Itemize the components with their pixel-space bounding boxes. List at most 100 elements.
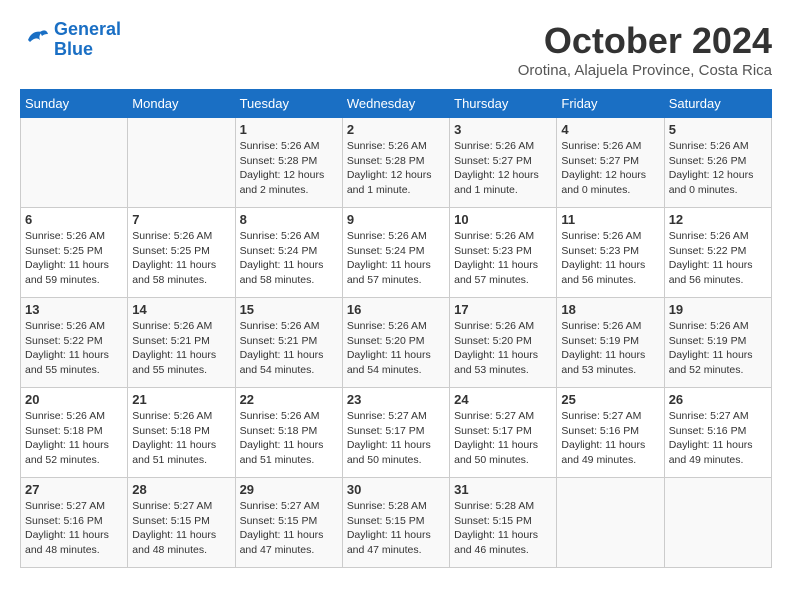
table-row: 28Sunrise: 5:27 AM Sunset: 5:15 PM Dayli… — [128, 478, 235, 568]
day-number: 7 — [132, 212, 230, 227]
day-number: 12 — [669, 212, 767, 227]
table-row: 31Sunrise: 5:28 AM Sunset: 5:15 PM Dayli… — [450, 478, 557, 568]
day-number: 1 — [240, 122, 338, 137]
day-info: Sunrise: 5:27 AM Sunset: 5:17 PM Dayligh… — [347, 409, 445, 468]
day-info: Sunrise: 5:26 AM Sunset: 5:26 PM Dayligh… — [669, 139, 767, 198]
table-row: 27 Sunrise: 5:27 AM Sunset: 5:16 PM Dayli… — [21, 478, 128, 568]
col-wednesday: Wednesday — [342, 90, 449, 118]
day-info: Sunrise: 5:26 AM Sunset: 5:27 PM Dayligh… — [454, 139, 552, 198]
day-info: Sunrise: 5:27 AM Sunset: 5:15 PM Dayligh… — [132, 499, 230, 558]
table-row: 20Sunrise: 5:26 AM Sunset: 5:18 PM Dayli… — [21, 388, 128, 478]
table-row: 30 Sunrise: 5:28 AM Sunset: 5:15 PM Dayli… — [342, 478, 449, 568]
logo: General Blue — [20, 20, 121, 60]
day-info: Sunrise: 5:26 AM Sunset: 5:22 PM Dayligh… — [669, 229, 767, 288]
day-number: 17 — [454, 302, 552, 317]
table-row: 25 Sunrise: 5:27 AM Sunset: 5:16 PM Dayli… — [557, 388, 664, 478]
day-number: 29 — [240, 482, 338, 497]
day-number: 6 — [25, 212, 123, 227]
day-number: 9 — [347, 212, 445, 227]
day-number: 11 — [561, 212, 659, 227]
day-info: Sunrise: 5:26 AM Sunset: 5:19 PM Dayligh… — [669, 319, 767, 378]
table-row: 26 Sunrise: 5:27 AM Sunset: 5:16 PM Dayli… — [664, 388, 771, 478]
day-number: 30 — [347, 482, 445, 497]
day-number: 10 — [454, 212, 552, 227]
day-info: Sunrise: 5:27 AM Sunset: 5:16 PM Dayligh… — [669, 409, 767, 468]
day-number: 27 — [25, 482, 123, 497]
table-row: 4 Sunrise: 5:26 AM Sunset: 5:27 PM Daylig… — [557, 118, 664, 208]
calendar-week-4: 20Sunrise: 5:26 AM Sunset: 5:18 PM Dayli… — [21, 388, 772, 478]
day-info: Sunrise: 5:28 AM Sunset: 5:15 PM Dayligh… — [454, 499, 552, 558]
calendar-table: Sunday Monday Tuesday Wednesday Thursday… — [20, 89, 772, 568]
day-number: 25 — [561, 392, 659, 407]
day-number: 26 — [669, 392, 767, 407]
day-number: 19 — [669, 302, 767, 317]
day-number: 18 — [561, 302, 659, 317]
month-title: October 2024 — [518, 20, 772, 62]
title-area: October 2024 Orotina, Alajuela Province,… — [518, 20, 772, 79]
table-row: 23Sunrise: 5:27 AM Sunset: 5:17 PM Dayli… — [342, 388, 449, 478]
day-info: Sunrise: 5:27 AM Sunset: 5:17 PM Dayligh… — [454, 409, 552, 468]
day-info: Sunrise: 5:26 AM Sunset: 5:24 PM Dayligh… — [240, 229, 338, 288]
table-row: 3 Sunrise: 5:26 AM Sunset: 5:27 PM Daylig… — [450, 118, 557, 208]
table-row: 2 Sunrise: 5:26 AM Sunset: 5:28 PM Daylig… — [342, 118, 449, 208]
table-row: 24 Sunrise: 5:27 AM Sunset: 5:17 PM Dayli… — [450, 388, 557, 478]
col-thursday: Thursday — [450, 90, 557, 118]
logo-bird-icon — [20, 26, 50, 54]
day-info: Sunrise: 5:26 AM Sunset: 5:18 PM Dayligh… — [132, 409, 230, 468]
calendar-week-1: 1 Sunrise: 5:26 AM Sunset: 5:28 PM Daylig… — [21, 118, 772, 208]
col-sunday: Sunday — [21, 90, 128, 118]
day-info: Sunrise: 5:26 AM Sunset: 5:18 PM Dayligh… — [25, 409, 123, 468]
day-info: Sunrise: 5:26 AM Sunset: 5:23 PM Dayligh… — [561, 229, 659, 288]
table-row — [21, 118, 128, 208]
day-info: Sunrise: 5:26 AM Sunset: 5:28 PM Dayligh… — [240, 139, 338, 198]
day-info: Sunrise: 5:28 AM Sunset: 5:15 PM Dayligh… — [347, 499, 445, 558]
table-row — [128, 118, 235, 208]
day-info: Sunrise: 5:26 AM Sunset: 5:28 PM Dayligh… — [347, 139, 445, 198]
day-number: 15 — [240, 302, 338, 317]
day-info: Sunrise: 5:26 AM Sunset: 5:21 PM Dayligh… — [240, 319, 338, 378]
col-friday: Friday — [557, 90, 664, 118]
day-number: 16 — [347, 302, 445, 317]
table-row: 19 Sunrise: 5:26 AM Sunset: 5:19 PM Dayli… — [664, 298, 771, 388]
table-row: 7Sunrise: 5:26 AM Sunset: 5:25 PM Daylig… — [128, 208, 235, 298]
day-info: Sunrise: 5:26 AM Sunset: 5:27 PM Dayligh… — [561, 139, 659, 198]
table-row: 8 Sunrise: 5:26 AM Sunset: 5:24 PM Daylig… — [235, 208, 342, 298]
table-row: 10 Sunrise: 5:26 AM Sunset: 5:23 PM Dayli… — [450, 208, 557, 298]
table-row: 15 Sunrise: 5:26 AM Sunset: 5:21 PM Dayli… — [235, 298, 342, 388]
day-info: Sunrise: 5:26 AM Sunset: 5:25 PM Dayligh… — [25, 229, 123, 288]
page-header: General Blue October 2024 Orotina, Alaju… — [20, 20, 772, 79]
table-row: 1 Sunrise: 5:26 AM Sunset: 5:28 PM Daylig… — [235, 118, 342, 208]
day-number: 4 — [561, 122, 659, 137]
day-number: 14 — [132, 302, 230, 317]
day-number: 8 — [240, 212, 338, 227]
table-row: 9Sunrise: 5:26 AM Sunset: 5:24 PM Daylig… — [342, 208, 449, 298]
table-row: 6 Sunrise: 5:26 AM Sunset: 5:25 PM Daylig… — [21, 208, 128, 298]
day-number: 21 — [132, 392, 230, 407]
day-info: Sunrise: 5:27 AM Sunset: 5:16 PM Dayligh… — [25, 499, 123, 558]
day-number: 5 — [669, 122, 767, 137]
table-row: 18 Sunrise: 5:26 AM Sunset: 5:19 PM Dayli… — [557, 298, 664, 388]
col-monday: Monday — [128, 90, 235, 118]
day-info: Sunrise: 5:26 AM Sunset: 5:20 PM Dayligh… — [347, 319, 445, 378]
table-row: 21 Sunrise: 5:26 AM Sunset: 5:18 PM Dayli… — [128, 388, 235, 478]
table-row: 16 Sunrise: 5:26 AM Sunset: 5:20 PM Dayli… — [342, 298, 449, 388]
day-info: Sunrise: 5:27 AM Sunset: 5:16 PM Dayligh… — [561, 409, 659, 468]
day-info: Sunrise: 5:27 AM Sunset: 5:15 PM Dayligh… — [240, 499, 338, 558]
day-info: Sunrise: 5:26 AM Sunset: 5:21 PM Dayligh… — [132, 319, 230, 378]
day-info: Sunrise: 5:26 AM Sunset: 5:19 PM Dayligh… — [561, 319, 659, 378]
calendar-week-3: 13 Sunrise: 5:26 AM Sunset: 5:22 PM Dayli… — [21, 298, 772, 388]
location-subtitle: Orotina, Alajuela Province, Costa Rica — [518, 62, 772, 79]
day-number: 13 — [25, 302, 123, 317]
day-number: 22 — [240, 392, 338, 407]
day-info: Sunrise: 5:26 AM Sunset: 5:18 PM Dayligh… — [240, 409, 338, 468]
day-number: 2 — [347, 122, 445, 137]
table-row: 29 Sunrise: 5:27 AM Sunset: 5:15 PM Dayli… — [235, 478, 342, 568]
day-info: Sunrise: 5:26 AM Sunset: 5:22 PM Dayligh… — [25, 319, 123, 378]
day-number: 24 — [454, 392, 552, 407]
calendar-week-2: 6 Sunrise: 5:26 AM Sunset: 5:25 PM Daylig… — [21, 208, 772, 298]
table-row: 17Sunrise: 5:26 AM Sunset: 5:20 PM Dayli… — [450, 298, 557, 388]
day-number: 3 — [454, 122, 552, 137]
day-info: Sunrise: 5:26 AM Sunset: 5:23 PM Dayligh… — [454, 229, 552, 288]
col-saturday: Saturday — [664, 90, 771, 118]
table-row: 14 Sunrise: 5:26 AM Sunset: 5:21 PM Dayli… — [128, 298, 235, 388]
